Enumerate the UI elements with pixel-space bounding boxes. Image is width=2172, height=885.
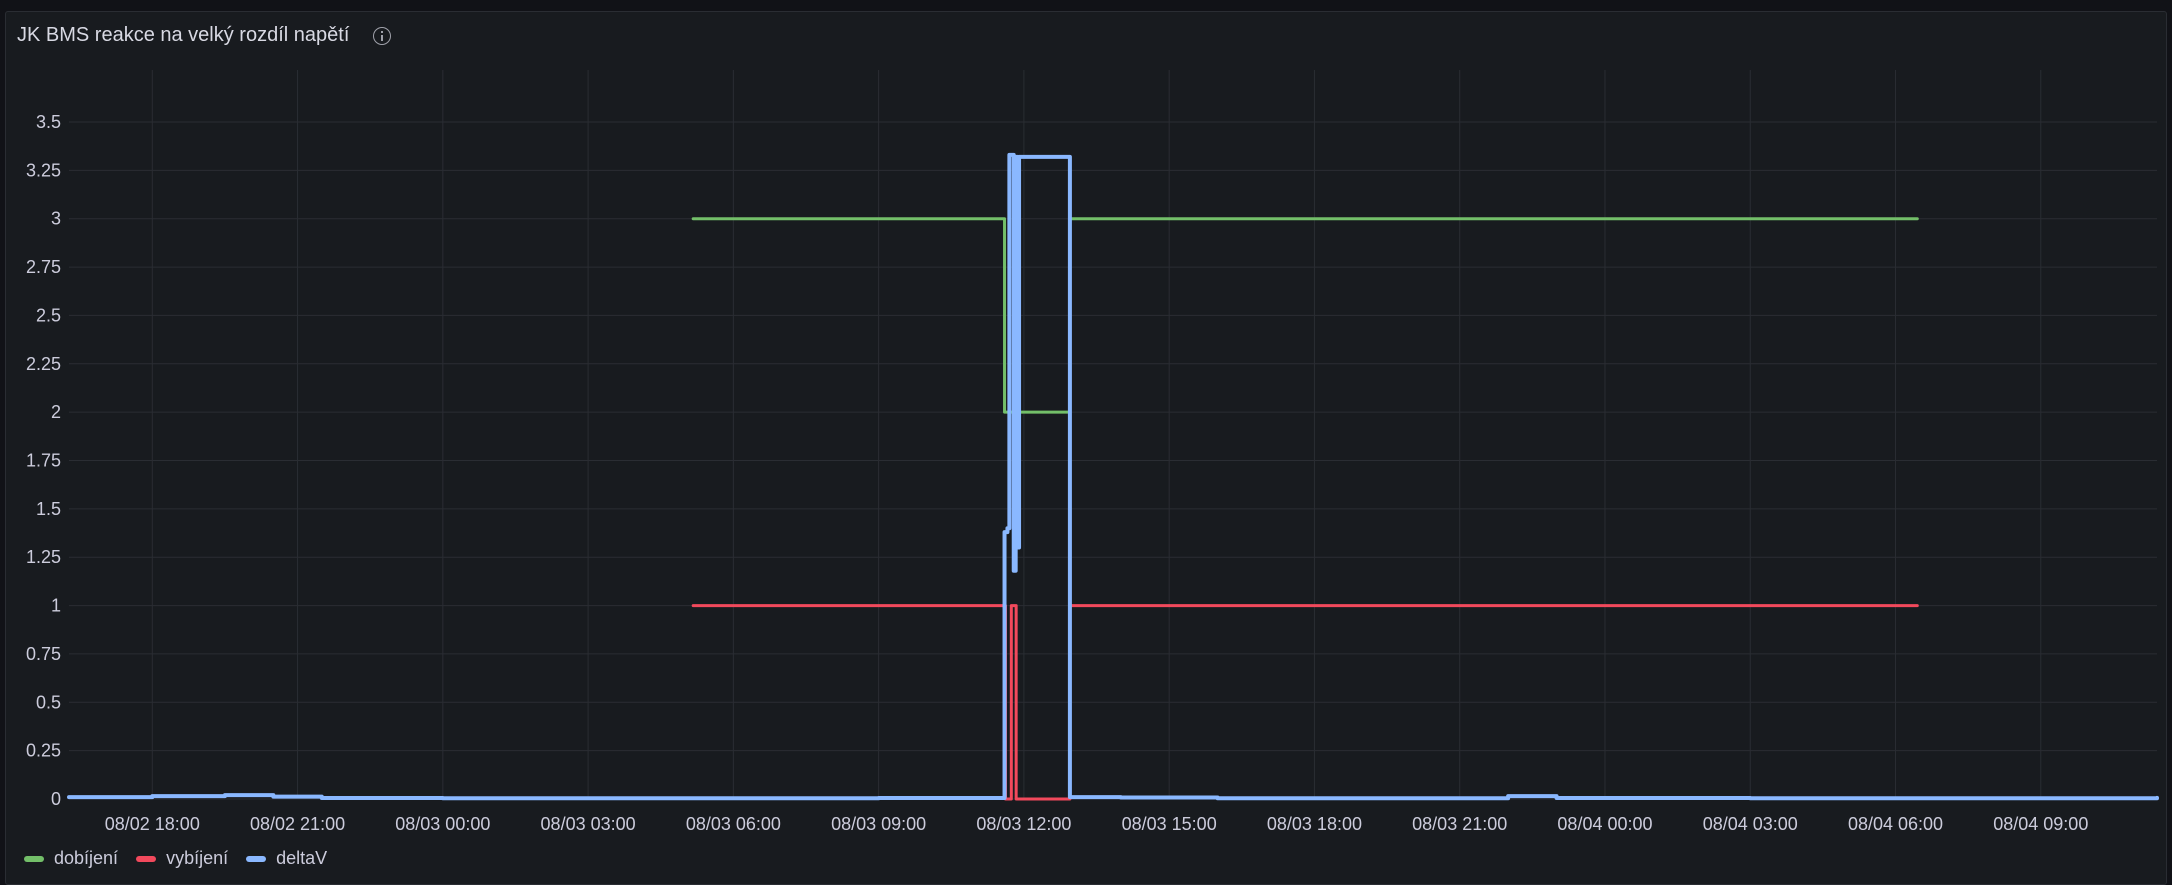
x-tick-label: 08/03 09:00 [831,814,926,834]
legend-label: dobíjení [54,848,119,868]
x-tick-label: 08/03 21:00 [1412,814,1507,834]
x-tick-label: 08/03 00:00 [395,814,490,834]
legend-item[interactable]: dobíjení [24,848,118,869]
y-tick-label: 3.25 [26,160,61,180]
x-tick-label: 08/03 06:00 [686,814,781,834]
x-tick-label: 08/02 21:00 [250,814,345,834]
y-tick-label: 0.25 [26,741,61,761]
y-tick-label: 0.5 [36,692,61,712]
y-tick-label: 1 [51,596,61,616]
x-tick-label: 08/02 18:00 [105,814,200,834]
y-tick-label: 1.5 [36,499,61,519]
legend-swatch [136,855,157,862]
legend-item[interactable]: deltaV [246,848,327,869]
legend-label: vybíjení [166,848,229,868]
y-tick-label: 3 [51,209,61,229]
y-tick-label: 2 [51,402,61,422]
y-tick-label: 0.75 [26,644,61,664]
legend-swatch [24,855,44,862]
legend-swatch [246,855,267,862]
time-series-chart[interactable]: 0 0.25 0.5 0.75 1 1.25 1.5 1.75 2 2.25 2.5 2.75 3 3.2… [0,0,2172,885]
y-tick-label: 0 [51,789,61,809]
x-tick-label: 08/04 03:00 [1703,814,1798,834]
y-tick-label: 1.25 [26,547,61,567]
y-tick-label: 1.75 [26,451,61,471]
y-tick-label: 3.5 [36,112,61,132]
series-line-deltaV [67,152,2159,801]
x-tick-label: 08/04 00:00 [1557,814,1652,834]
x-tick-label: 08/04 09:00 [1993,814,2088,834]
legend-item[interactable]: vybíjení [136,848,228,869]
legend: dobíjení vybíjení deltaV [24,848,327,869]
y-tick-label: 2.75 [26,257,61,277]
x-tick-label: 08/03 18:00 [1267,814,1362,834]
legend-label: deltaV [276,848,328,868]
y-tick-label: 2.5 [36,305,61,325]
y-tick-label: 2.25 [26,354,61,374]
x-tick-label: 08/03 12:00 [976,814,1071,834]
x-tick-label: 08/04 06:00 [1848,814,1943,834]
x-tick-label: 08/03 15:00 [1122,814,1217,834]
x-tick-label: 08/03 03:00 [541,814,636,834]
